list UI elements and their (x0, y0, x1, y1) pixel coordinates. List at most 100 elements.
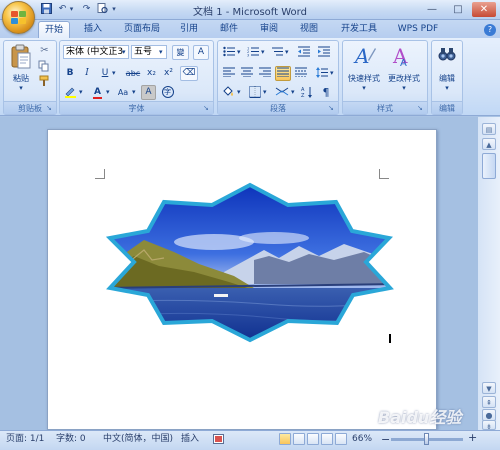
font-name-combo[interactable]: 宋体 (中文正3 (63, 45, 129, 59)
sort-button[interactable]: AZ (299, 85, 315, 100)
web-layout-view-button[interactable] (307, 433, 319, 445)
subscript-button[interactable]: x₂ (144, 66, 159, 81)
copy-icon[interactable] (38, 60, 51, 72)
decrease-indent-button[interactable] (296, 45, 312, 60)
customize-qat-icon[interactable]: ▾ (110, 3, 118, 16)
bold-button[interactable]: B (63, 66, 77, 81)
quick-styles-dropdown-icon[interactable]: ▾ (359, 84, 369, 92)
show-hide-marks-button[interactable]: ¶ (318, 85, 334, 100)
phonetic-guide-button[interactable]: 變 (172, 45, 189, 60)
bullets-dropdown-icon[interactable]: ▾ (237, 48, 243, 56)
scroll-down-button[interactable]: ▼ (482, 382, 496, 394)
align-right-button[interactable] (257, 66, 273, 81)
highlight-dropdown-icon[interactable]: ▾ (79, 88, 85, 96)
zoom-in-button[interactable]: + (468, 431, 477, 444)
tab-view[interactable]: 视图 (294, 21, 324, 38)
change-case-button[interactable]: Aa (114, 85, 132, 100)
tab-references[interactable]: 引用 (174, 21, 204, 38)
paragraph-launcher-icon[interactable]: ↘ (328, 104, 336, 112)
insert-mode-indicator[interactable]: 插入 (181, 433, 199, 446)
underline-button[interactable]: U (98, 66, 112, 81)
character-border-button[interactable]: A (193, 45, 209, 60)
scroll-thumb[interactable] (482, 153, 496, 179)
highlight-button[interactable] (63, 85, 78, 100)
editing-button-label[interactable]: 编辑 (433, 73, 461, 84)
binoculars-icon[interactable] (438, 45, 456, 63)
numbering-button[interactable]: 123 (245, 45, 261, 60)
page-count[interactable]: 页面: 1/1 (6, 433, 44, 446)
format-painter-icon[interactable] (38, 75, 51, 87)
paste-icon[interactable] (10, 44, 32, 70)
print-preview-icon[interactable] (96, 3, 109, 16)
clipboard-launcher-icon[interactable]: ↘ (46, 104, 54, 112)
language-indicator[interactable]: 中文(简体，中国) (103, 433, 173, 446)
previous-page-button[interactable]: ⇞ (482, 396, 496, 408)
paste-button-label[interactable]: 粘贴 (8, 73, 34, 84)
quick-styles-icon[interactable]: A (353, 44, 377, 68)
align-left-button[interactable] (221, 66, 237, 81)
maximize-button[interactable]: □ (446, 2, 470, 17)
change-case-dropdown-icon[interactable]: ▾ (132, 88, 138, 96)
save-icon[interactable] (40, 3, 53, 16)
tab-review[interactable]: 审阅 (254, 21, 284, 38)
chinese-layout-button[interactable] (273, 85, 291, 100)
undo-dropdown-icon[interactable]: ▾ (68, 3, 75, 16)
underline-dropdown-icon[interactable]: ▾ (112, 69, 118, 77)
redo-icon[interactable]: ↷ (80, 3, 93, 16)
scroll-up-button[interactable]: ▲ (482, 138, 496, 150)
enclose-characters-button[interactable]: 字 (160, 85, 175, 100)
ruler-toggle-icon[interactable]: ▤ (482, 123, 496, 135)
zoom-level[interactable]: 66% (352, 433, 372, 446)
borders-dropdown-icon[interactable]: ▾ (263, 88, 269, 96)
help-icon[interactable]: ? (484, 24, 496, 36)
bullets-button[interactable] (221, 45, 237, 60)
editing-dropdown-icon[interactable]: ▾ (442, 84, 452, 92)
tab-developer[interactable]: 开发工具 (335, 21, 383, 38)
font-color-dropdown-icon[interactable]: ▾ (106, 88, 112, 96)
tab-page-layout[interactable]: 页面布局 (118, 21, 166, 38)
justify-button[interactable] (275, 66, 291, 81)
distributed-button[interactable] (293, 66, 309, 81)
word-count[interactable]: 字数: 0 (56, 433, 86, 446)
italic-button[interactable]: I (80, 66, 94, 81)
next-page-button[interactable]: ⇟ (482, 420, 496, 431)
increase-indent-button[interactable] (316, 45, 332, 60)
line-spacing-button[interactable] (314, 66, 330, 81)
strikethrough-button[interactable]: abc (124, 66, 142, 81)
star-shaped-picture[interactable] (104, 180, 396, 344)
multilevel-list-button[interactable] (269, 45, 285, 60)
font-color-button[interactable]: A (90, 85, 105, 100)
styles-launcher-icon[interactable]: ↘ (417, 104, 425, 112)
line-spacing-dropdown-icon[interactable]: ▾ (330, 69, 336, 77)
paste-dropdown-icon[interactable]: ▾ (15, 84, 27, 92)
superscript-button[interactable]: x² (161, 66, 176, 81)
macro-record-icon[interactable] (213, 434, 224, 444)
outline-view-button[interactable] (321, 433, 333, 445)
character-shading-button[interactable]: A (141, 85, 156, 100)
tab-home[interactable]: 开始 (38, 21, 70, 38)
font-launcher-icon[interactable]: ↘ (203, 104, 211, 112)
shading-button[interactable] (221, 85, 237, 100)
change-styles-dropdown-icon[interactable]: ▾ (399, 84, 409, 92)
close-button[interactable]: ✕ (472, 2, 496, 17)
font-size-dropdown-icon[interactable]: ▾ (159, 45, 167, 59)
change-styles-label[interactable]: 更改样式 (384, 73, 424, 84)
office-button[interactable] (2, 1, 35, 34)
multilevel-list-dropdown-icon[interactable]: ▾ (285, 48, 291, 56)
tab-insert[interactable]: 插入 (78, 21, 108, 38)
shading-dropdown-icon[interactable]: ▾ (237, 88, 243, 96)
draft-view-button[interactable] (335, 433, 347, 445)
zoom-out-button[interactable]: − (381, 433, 390, 446)
tab-wps-pdf[interactable]: WPS PDF (393, 21, 443, 38)
clear-formatting-button[interactable]: ⌫ (180, 66, 198, 81)
font-name-dropdown-icon[interactable]: ▾ (122, 45, 130, 59)
borders-button[interactable] (247, 85, 263, 100)
align-center-button[interactable] (239, 66, 255, 81)
print-layout-view-button[interactable] (279, 433, 291, 445)
minimize-button[interactable]: — (420, 2, 444, 17)
change-styles-icon[interactable]: AA (392, 44, 416, 69)
quick-styles-label[interactable]: 快速样式 (344, 73, 384, 84)
numbering-dropdown-icon[interactable]: ▾ (261, 48, 267, 56)
zoom-slider-thumb[interactable] (424, 433, 429, 445)
cut-icon[interactable]: ✂ (38, 45, 51, 57)
